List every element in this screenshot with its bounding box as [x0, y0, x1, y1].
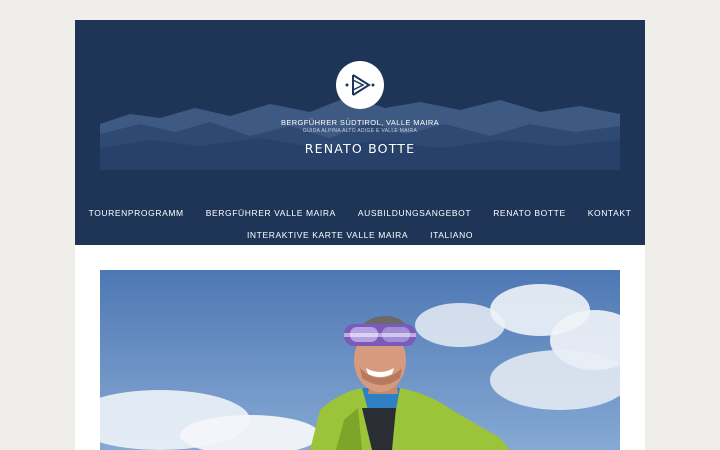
hero-photo — [100, 270, 620, 450]
hero-image — [100, 270, 620, 450]
nav-item-kontakt[interactable]: KONTAKT — [577, 208, 643, 218]
nav-row-1: TOURENPROGRAMM BERGFÜHRER VALLE MAIRA AU… — [75, 202, 645, 224]
nav-item-bergfuehrer-valle-maira[interactable]: BERGFÜHRER VALLE MAIRA — [195, 208, 347, 218]
header-banner: BERGFÜHRER SÜDTIROL, VALLE MAIRA GUIDA A… — [100, 52, 620, 170]
nav-item-ausbildungsangebot[interactable]: AUSBILDUNGSANGEBOT — [347, 208, 482, 218]
page-container: BERGFÜHRER SÜDTIROL, VALLE MAIRA GUIDA A… — [75, 20, 645, 450]
nav-item-tourenprogramm[interactable]: TOURENPROGRAMM — [78, 208, 195, 218]
nav-item-renato-botte[interactable]: RENATO BOTTE — [482, 208, 577, 218]
tagline-main: BERGFÜHRER SÜDTIROL, VALLE MAIRA — [280, 118, 440, 127]
nav-row-2: INTERAKTIVE KARTE VALLE MAIRA ITALIANO — [75, 224, 645, 246]
logo-link[interactable] — [336, 61, 384, 109]
site-header: BERGFÜHRER SÜDTIROL, VALLE MAIRA GUIDA A… — [75, 20, 645, 245]
play-triangle-logo-icon — [345, 74, 375, 96]
nav-item-italiano[interactable]: ITALIANO — [419, 230, 484, 240]
site-title[interactable]: RENATO BOTTE — [100, 141, 620, 156]
main-navigation: TOURENPROGRAMM BERGFÜHRER VALLE MAIRA AU… — [75, 202, 645, 246]
tagline-sub: GUIDA ALPINA ALTO ADIGE E VALLE MAIRA — [302, 128, 418, 134]
nav-item-interaktive-karte[interactable]: INTERAKTIVE KARTE VALLE MAIRA — [236, 230, 419, 240]
